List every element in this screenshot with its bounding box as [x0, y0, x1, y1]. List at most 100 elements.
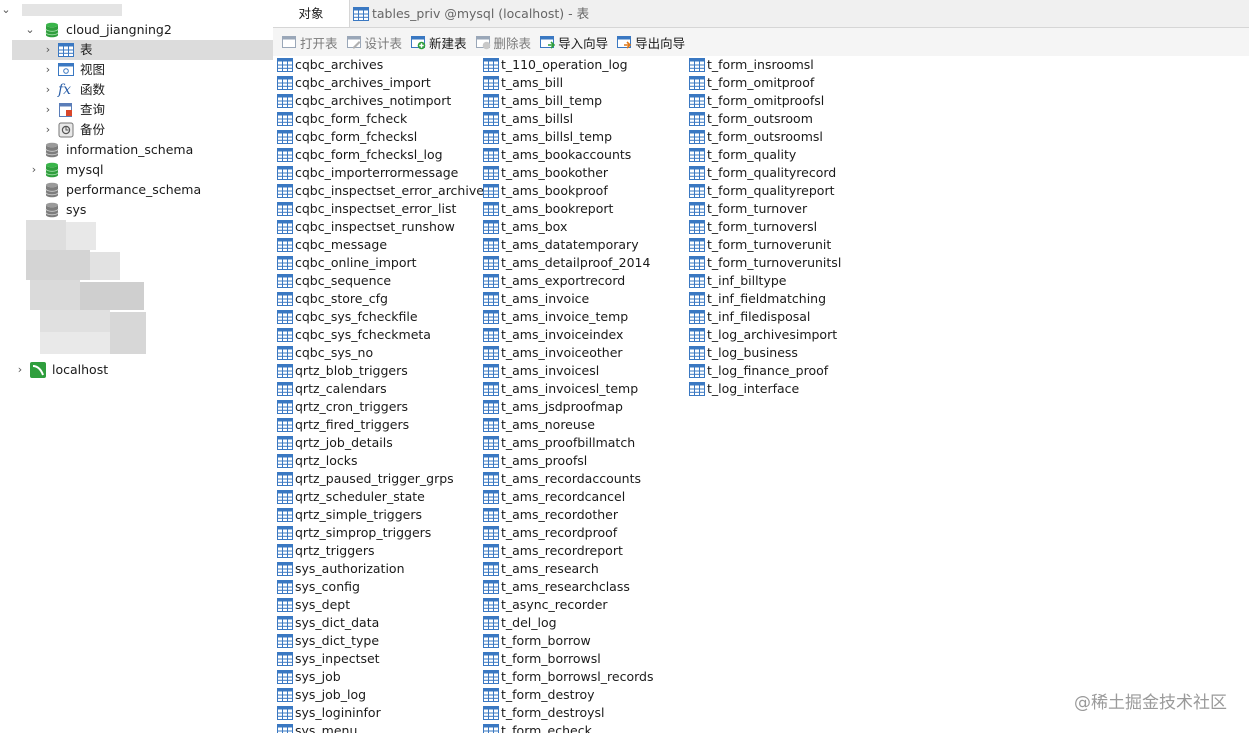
- tab-objects[interactable]: 对象: [273, 0, 350, 27]
- table-item[interactable]: sys_authorization: [277, 560, 490, 578]
- table-item[interactable]: t_log_business: [689, 344, 841, 362]
- table-item[interactable]: t_ams_proofbillmatch: [483, 434, 653, 452]
- design-table-button[interactable]: 设计表: [346, 33, 402, 52]
- table-item[interactable]: qrtz_simprop_triggers: [277, 524, 490, 542]
- table-item[interactable]: t_log_archivesimport: [689, 326, 841, 344]
- table-item[interactable]: t_inf_filedisposal: [689, 308, 841, 326]
- tree-node-views[interactable]: › 视图: [42, 60, 105, 80]
- table-item[interactable]: t_form_outsroomsl: [689, 128, 841, 146]
- table-item[interactable]: t_ams_proofsl: [483, 452, 653, 470]
- table-item[interactable]: t_form_turnover: [689, 200, 841, 218]
- table-item[interactable]: sys_logininfor: [277, 704, 490, 722]
- delete-table-button[interactable]: 删除表: [475, 33, 531, 52]
- table-item[interactable]: t_form_qualityrecord: [689, 164, 841, 182]
- table-item[interactable]: cqbc_sys_no: [277, 344, 490, 362]
- table-item[interactable]: t_form_borrow: [483, 632, 653, 650]
- table-item[interactable]: t_form_turnoverunitsl: [689, 254, 841, 272]
- table-item[interactable]: t_ams_invoicesl: [483, 362, 653, 380]
- tree-connection-localhost[interactable]: › localhost: [14, 360, 108, 380]
- table-item[interactable]: t_async_recorder: [483, 596, 653, 614]
- table-item[interactable]: t_form_destroy: [483, 686, 653, 704]
- table-item[interactable]: cqbc_online_import: [277, 254, 490, 272]
- tab-tables-priv[interactable]: tables_priv @mysql (localhost) - 表: [349, 0, 603, 27]
- table-item[interactable]: cqbc_store_cfg: [277, 290, 490, 308]
- table-item[interactable]: sys_dept: [277, 596, 490, 614]
- import-wizard-button[interactable]: 导入向导: [539, 33, 608, 52]
- table-item[interactable]: t_ams_invoiceindex: [483, 326, 653, 344]
- table-item[interactable]: qrtz_simple_triggers: [277, 506, 490, 524]
- table-item[interactable]: cqbc_archives_import: [277, 74, 490, 92]
- table-item[interactable]: cqbc_sequence: [277, 272, 490, 290]
- table-item[interactable]: qrtz_job_details: [277, 434, 490, 452]
- table-item[interactable]: sys_dict_data: [277, 614, 490, 632]
- tree-node-backups[interactable]: › 备份: [42, 120, 105, 140]
- table-item[interactable]: t_ams_bookaccounts: [483, 146, 653, 164]
- table-item[interactable]: t_ams_exportrecord: [483, 272, 653, 290]
- table-item[interactable]: t_inf_billtype: [689, 272, 841, 290]
- tree-node-queries[interactable]: › 查询: [42, 100, 105, 120]
- table-item[interactable]: t_ams_noreuse: [483, 416, 653, 434]
- open-table-button[interactable]: 打开表: [281, 33, 338, 52]
- table-item[interactable]: t_ams_invoicesl_temp: [483, 380, 653, 398]
- table-item[interactable]: sys_dict_type: [277, 632, 490, 650]
- tree-collapse-chevron[interactable]: ⌄: [0, 0, 12, 20]
- chevron-right-icon[interactable]: ›: [42, 100, 54, 120]
- table-item[interactable]: qrtz_calendars: [277, 380, 490, 398]
- table-item[interactable]: cqbc_form_fcheck: [277, 110, 490, 128]
- table-item[interactable]: t_ams_jsdproofmap: [483, 398, 653, 416]
- table-item[interactable]: t_ams_detailproof_2014: [483, 254, 653, 272]
- chevron-right-icon[interactable]: ›: [14, 360, 26, 380]
- table-item[interactable]: cqbc_message: [277, 236, 490, 254]
- tree-db-mysql[interactable]: › mysql: [28, 160, 104, 180]
- table-item[interactable]: t_inf_fieldmatching: [689, 290, 841, 308]
- table-item[interactable]: cqbc_inspectset_error_list: [277, 200, 490, 218]
- chevron-right-icon[interactable]: ›: [42, 60, 54, 80]
- table-item[interactable]: qrtz_cron_triggers: [277, 398, 490, 416]
- table-item[interactable]: qrtz_fired_triggers: [277, 416, 490, 434]
- table-item[interactable]: t_form_outsroom: [689, 110, 841, 128]
- table-item[interactable]: t_log_interface: [689, 380, 841, 398]
- table-item[interactable]: t_form_turnoversl: [689, 218, 841, 236]
- table-item[interactable]: sys_job_log: [277, 686, 490, 704]
- new-table-button[interactable]: 新建表: [410, 33, 467, 52]
- table-item[interactable]: t_del_log: [483, 614, 653, 632]
- table-item[interactable]: t_ams_invoiceother: [483, 344, 653, 362]
- table-item[interactable]: t_form_turnoverunit: [689, 236, 841, 254]
- table-item[interactable]: qrtz_locks: [277, 452, 490, 470]
- table-item[interactable]: qrtz_paused_trigger_grps: [277, 470, 490, 488]
- table-item[interactable]: qrtz_scheduler_state: [277, 488, 490, 506]
- chevron-down-icon[interactable]: ⌄: [24, 20, 36, 40]
- tree-db-information-schema[interactable]: information_schema: [42, 140, 193, 160]
- chevron-down-icon[interactable]: ⌄: [0, 0, 12, 20]
- table-item[interactable]: t_form_qualityreport: [689, 182, 841, 200]
- table-item[interactable]: t_ams_bookother: [483, 164, 653, 182]
- table-item[interactable]: t_ams_invoice: [483, 290, 653, 308]
- table-item[interactable]: cqbc_archives_notimport: [277, 92, 490, 110]
- table-item[interactable]: cqbc_form_fchecksl_log: [277, 146, 490, 164]
- table-item[interactable]: cqbc_archives: [277, 56, 490, 74]
- table-item[interactable]: t_form_borrowsl: [483, 650, 653, 668]
- table-item[interactable]: qrtz_triggers: [277, 542, 490, 560]
- table-item[interactable]: t_ams_bill_temp: [483, 92, 653, 110]
- tree-node-tables[interactable]: › 表: [12, 40, 273, 60]
- table-item[interactable]: sys_config: [277, 578, 490, 596]
- table-item[interactable]: t_log_finance_proof: [689, 362, 841, 380]
- table-item[interactable]: t_ams_recordproof: [483, 524, 653, 542]
- table-item[interactable]: t_ams_bookproof: [483, 182, 653, 200]
- table-item[interactable]: t_ams_recordother: [483, 506, 653, 524]
- table-item[interactable]: t_ams_billsl: [483, 110, 653, 128]
- table-item[interactable]: cqbc_form_fchecksl: [277, 128, 490, 146]
- chevron-right-icon[interactable]: ›: [42, 40, 54, 60]
- table-item[interactable]: cqbc_sys_fcheckfile: [277, 308, 490, 326]
- table-item[interactable]: t_ams_bill: [483, 74, 653, 92]
- table-item[interactable]: t_ams_datatemporary: [483, 236, 653, 254]
- tree-node-functions[interactable]: › fx 函数: [42, 80, 105, 100]
- table-item[interactable]: t_ams_bookreport: [483, 200, 653, 218]
- table-item[interactable]: t_ams_invoice_temp: [483, 308, 653, 326]
- chevron-right-icon[interactable]: ›: [28, 160, 40, 180]
- table-item[interactable]: t_ams_recordaccounts: [483, 470, 653, 488]
- table-item[interactable]: t_110_operation_log: [483, 56, 653, 74]
- table-item[interactable]: t_ams_researchclass: [483, 578, 653, 596]
- table-item[interactable]: sys_menu: [277, 722, 490, 733]
- table-item[interactable]: t_ams_box: [483, 218, 653, 236]
